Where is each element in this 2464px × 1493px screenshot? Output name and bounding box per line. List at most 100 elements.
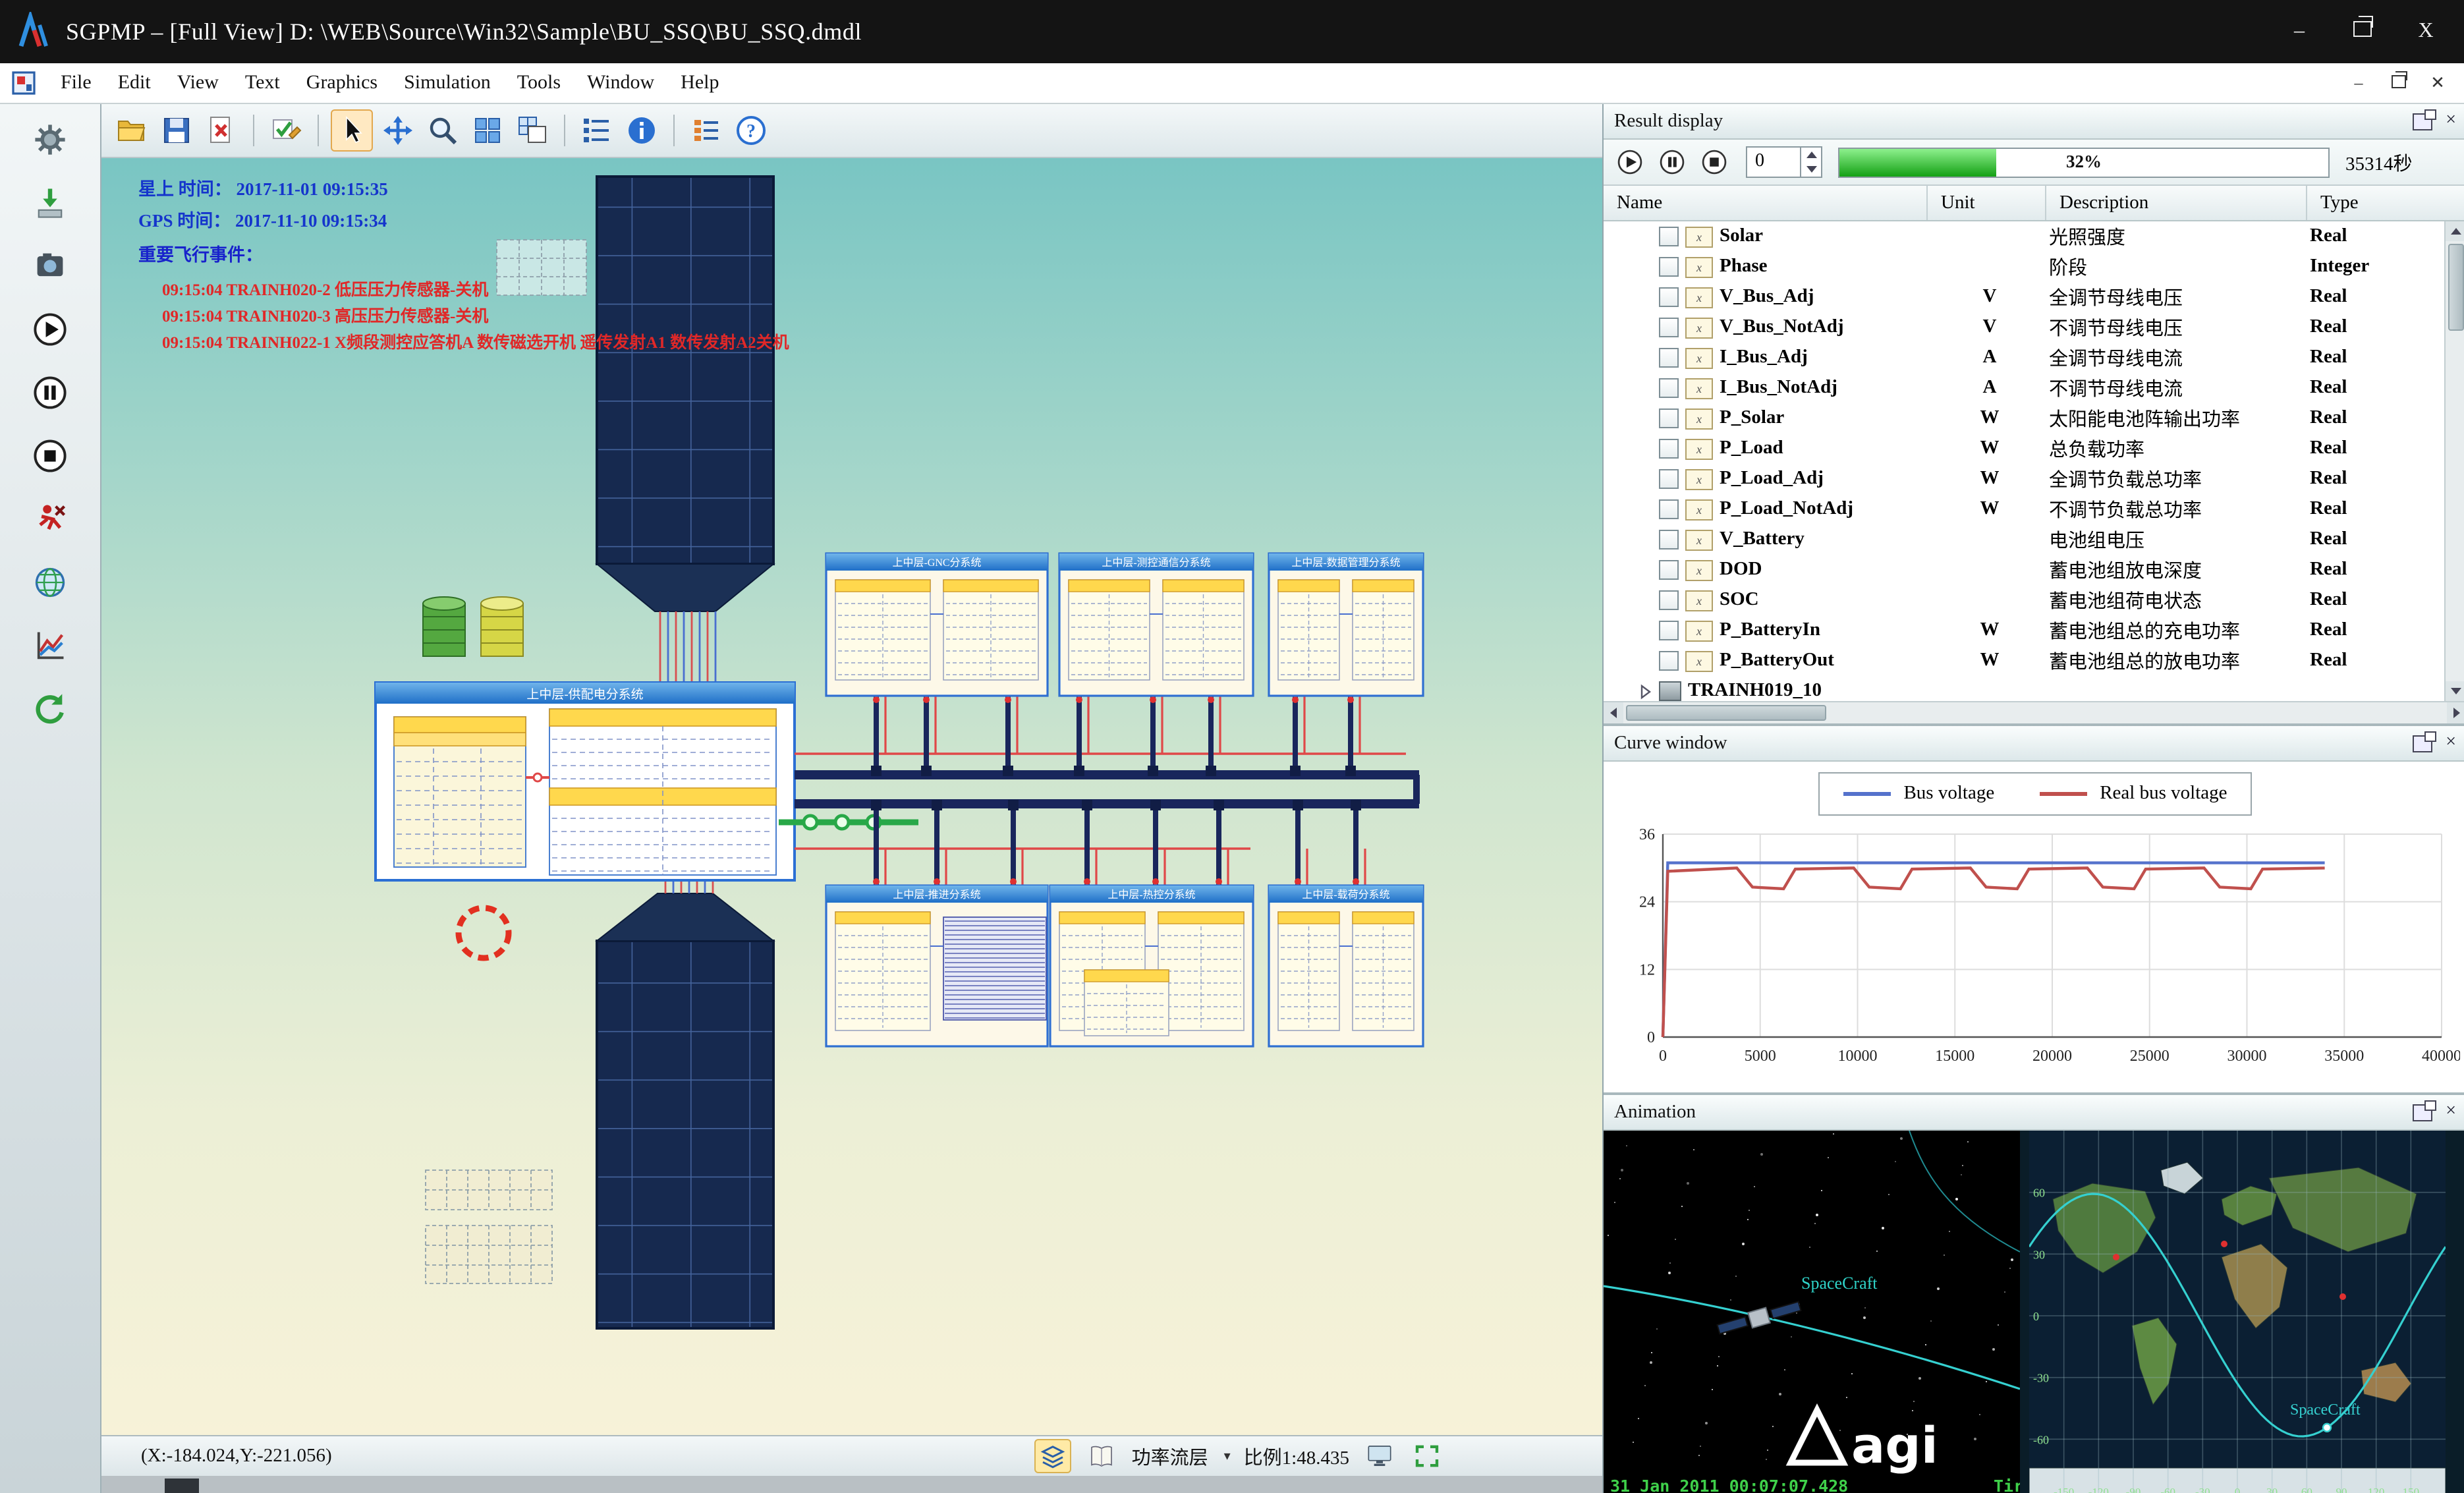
- table-row[interactable]: xP_LoadW总负载功率Real: [1604, 434, 2444, 464]
- mdi-close-button[interactable]: ✕: [2427, 72, 2448, 94]
- row-checkbox[interactable]: [1659, 469, 1679, 489]
- table-row[interactable]: xP_Load_AdjW全调节负载总功率Real: [1604, 464, 2444, 494]
- scroll-left-icon[interactable]: [1604, 702, 1623, 723]
- undo-refresh-icon[interactable]: [28, 687, 72, 731]
- row-checkbox[interactable]: [1659, 651, 1679, 671]
- expand-twisty-icon[interactable]: [1638, 683, 1654, 699]
- module-box-f[interactable]: 上中层-载荷分系统: [1269, 886, 1423, 1046]
- spinner-value[interactable]: 0: [1747, 152, 1800, 173]
- close-button[interactable]: X: [2411, 20, 2440, 43]
- plot-curve-icon[interactable]: [28, 623, 72, 668]
- menu-tools[interactable]: Tools: [504, 68, 574, 98]
- central-module[interactable]: 上中层-供配电分系统: [376, 683, 795, 880]
- module-box-d[interactable]: 上中层-推进分系统: [826, 886, 1048, 1046]
- fullscreen-icon[interactable]: [1410, 1440, 1444, 1472]
- import-data-icon[interactable]: [28, 181, 72, 225]
- horizontal-scrollbar[interactable]: [1604, 701, 2464, 723]
- row-checkbox[interactable]: [1659, 499, 1679, 519]
- row-checkbox[interactable]: [1659, 318, 1679, 337]
- scroll-down-icon[interactable]: [2446, 681, 2464, 701]
- grid-window-icon[interactable]: [513, 111, 552, 150]
- row-checkbox[interactable]: [1659, 560, 1679, 580]
- play-button[interactable]: [28, 307, 72, 352]
- menu-simulation[interactable]: Simulation: [391, 68, 504, 98]
- stop-button[interactable]: [28, 434, 72, 478]
- table-row[interactable]: xI_Bus_AdjA全调节母线电流Real: [1604, 343, 2444, 373]
- pan-move-icon[interactable]: [378, 111, 418, 150]
- mdi-restore-button[interactable]: [2388, 72, 2409, 94]
- menu-graphics[interactable]: Graphics: [293, 68, 391, 98]
- mdi-minimize-button[interactable]: –: [2348, 72, 2369, 94]
- table-row[interactable]: xP_SolarW太阳能电池阵输出功率Real: [1604, 403, 2444, 434]
- alert-highlight-ring[interactable]: [459, 908, 509, 958]
- table-row[interactable]: xV_Battery电池组电压Real: [1604, 524, 2444, 555]
- scroll-right-icon[interactable]: [2447, 702, 2464, 723]
- module-box-e[interactable]: 上中层-热控分系统: [1050, 886, 1253, 1046]
- column-type[interactable]: Type: [2307, 186, 2464, 220]
- chevron-down-icon[interactable]: ▾: [1224, 1449, 1231, 1463]
- row-checkbox[interactable]: [1659, 408, 1679, 428]
- menu-edit[interactable]: Edit: [105, 68, 164, 98]
- close-panel-icon[interactable]: ×: [2446, 1103, 2456, 1121]
- info-icon[interactable]: [622, 111, 661, 150]
- close-panel-icon[interactable]: ×: [2446, 112, 2456, 130]
- solar-array-top[interactable]: [597, 177, 773, 611]
- grid-icon[interactable]: [468, 111, 507, 150]
- float-panel-icon[interactable]: [2413, 113, 2432, 130]
- spinner-up-icon[interactable]: [1801, 148, 1821, 162]
- document-icon[interactable]: [11, 70, 37, 96]
- help-icon[interactable]: ?: [731, 111, 771, 150]
- orbit-3d-view[interactable]: SpaceCraft agi 31 Jan 2011 00:07:07.428 …: [1604, 1131, 2020, 1493]
- pause-button[interactable]: [28, 370, 72, 415]
- vertical-scrollbar[interactable]: [2444, 221, 2464, 701]
- row-checkbox[interactable]: [1659, 439, 1679, 459]
- layer-selector[interactable]: 功率流层: [1132, 1442, 1208, 1470]
- table-row[interactable]: xP_BatteryInW蓄电池组总的充电功率Real: [1604, 615, 2444, 646]
- table-row[interactable]: xV_Bus_NotAdjV不调节母线电压Real: [1604, 312, 2444, 343]
- select-cursor-icon[interactable]: [331, 109, 373, 152]
- close-panel-icon[interactable]: ×: [2446, 734, 2456, 752]
- column-name[interactable]: Name: [1604, 186, 1928, 220]
- zoom-icon[interactable]: [423, 111, 462, 150]
- table-row[interactable]: xSOC蓄电池组荷电状态Real: [1604, 585, 2444, 615]
- column-description[interactable]: Description: [2046, 186, 2307, 220]
- row-checkbox[interactable]: [1659, 590, 1679, 610]
- tree-view-icon[interactable]: [577, 111, 617, 150]
- row-checkbox[interactable]: [1659, 227, 1679, 246]
- float-panel-icon[interactable]: [2413, 735, 2432, 752]
- table-row[interactable]: xSolar光照强度Real: [1604, 221, 2444, 252]
- table-row[interactable]: xP_BatteryOutW蓄电池组总的放电功率Real: [1604, 646, 2444, 676]
- close-document-icon[interactable]: [202, 111, 241, 150]
- abort-run-icon[interactable]: [28, 497, 72, 542]
- scroll-up-icon[interactable]: [2446, 221, 2464, 241]
- row-checkbox[interactable]: [1659, 621, 1679, 640]
- book-icon[interactable]: [1084, 1440, 1119, 1472]
- stop-button[interactable]: [1698, 146, 1730, 178]
- list-view-icon[interactable]: [686, 111, 726, 150]
- table-row[interactable]: xDOD蓄电池组放电深度Real: [1604, 555, 2444, 585]
- pause-button[interactable]: [1656, 146, 1688, 178]
- tree-node-row[interactable]: TRAINH019_10: [1604, 676, 2444, 701]
- edit-check-icon[interactable]: [266, 111, 306, 150]
- scrollbar-thumb[interactable]: [1626, 705, 1826, 721]
- voltage-chart[interactable]: 0122436050001000015000200002500030000350…: [1610, 821, 2460, 1071]
- module-box-a[interactable]: 上中层-GNC分系统: [826, 553, 1048, 696]
- module-box-b[interactable]: 上中层-测控通信分系统: [1059, 553, 1253, 696]
- table-row[interactable]: xP_Load_NotAdjW不调节负载总功率Real: [1604, 494, 2444, 524]
- step-spinner[interactable]: 0: [1746, 146, 1822, 178]
- battery-icons[interactable]: [423, 597, 523, 656]
- play-button[interactable]: [1614, 146, 1646, 178]
- table-row[interactable]: xI_Bus_NotAdjA不调节母线电流Real: [1604, 373, 2444, 403]
- column-unit[interactable]: Unit: [1928, 186, 2046, 220]
- minimize-button[interactable]: –: [2285, 20, 2314, 43]
- row-checkbox[interactable]: [1659, 348, 1679, 368]
- solar-array-bottom[interactable]: [597, 893, 773, 1328]
- settings-gear-icon[interactable]: [28, 117, 72, 162]
- maximize-button[interactable]: [2348, 20, 2377, 43]
- spinner-down-icon[interactable]: [1801, 162, 1821, 177]
- menu-file[interactable]: File: [47, 68, 105, 98]
- menu-window[interactable]: Window: [574, 68, 667, 98]
- table-row[interactable]: xPhase阶段Integer: [1604, 252, 2444, 282]
- menu-view[interactable]: View: [164, 68, 232, 98]
- menu-help[interactable]: Help: [667, 68, 732, 98]
